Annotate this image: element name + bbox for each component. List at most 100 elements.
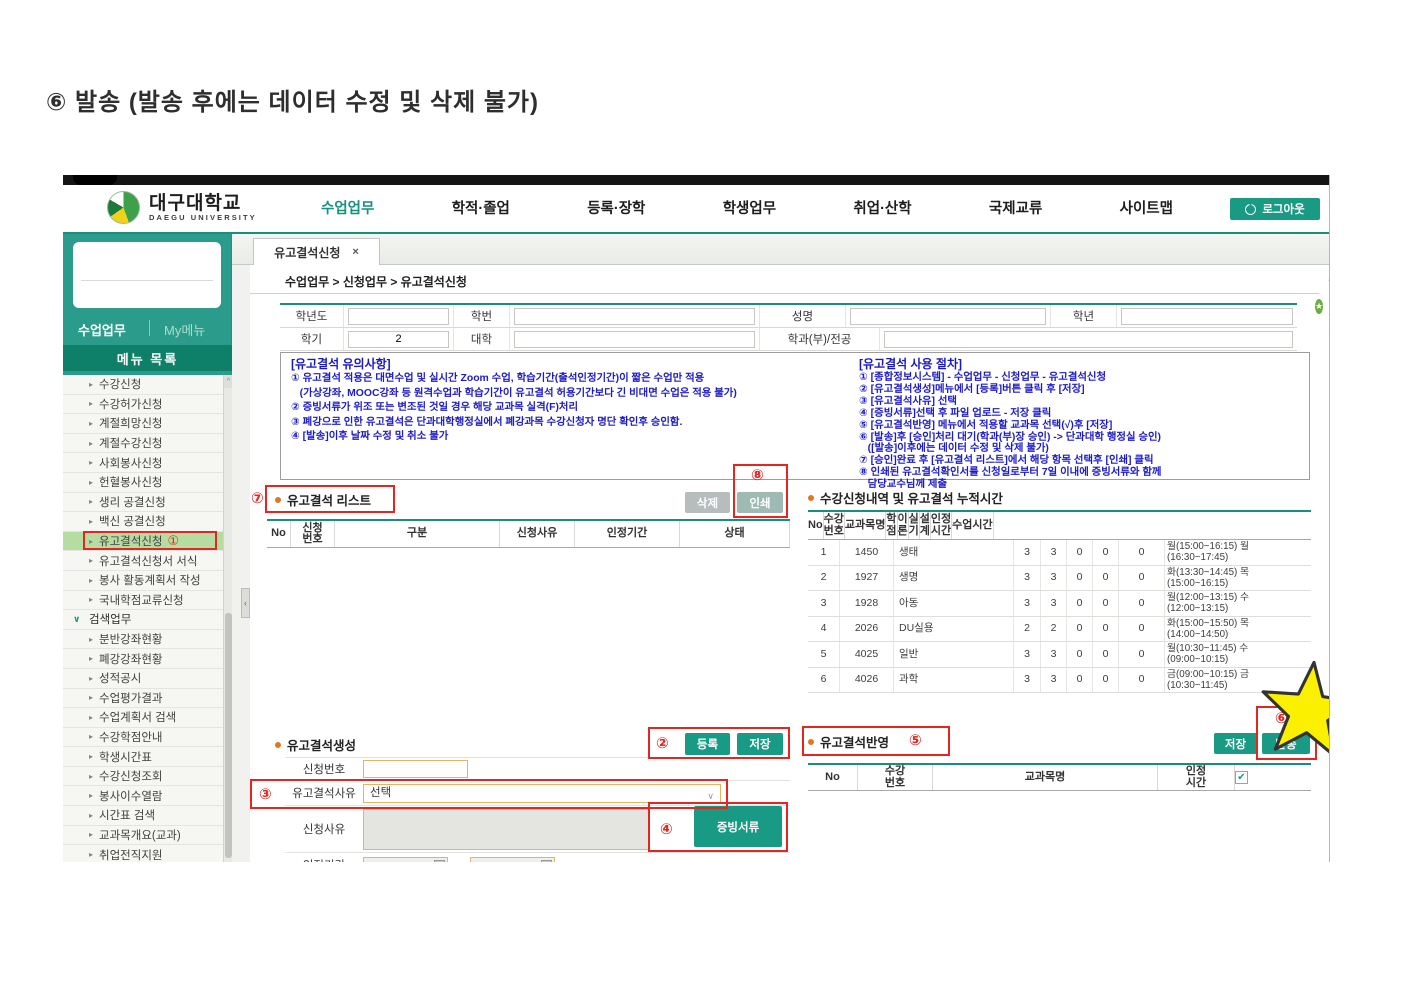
power-icon: [1245, 204, 1256, 215]
select-all-checkbox[interactable]: ✔: [1235, 771, 1248, 784]
sidebar-menu-item[interactable]: ▸ ∨ 국내학점교류신청: [63, 591, 223, 611]
major-input[interactable]: [884, 331, 1293, 348]
sidebar-menu-item[interactable]: ▸ ∨ 성적공시: [63, 669, 223, 689]
semester-value[interactable]: 2: [348, 331, 449, 348]
calendar-icon[interactable]: [541, 860, 552, 863]
sidebar-menu-item[interactable]: ▸ ∨ 수강학점안내: [63, 728, 223, 748]
sidebar-menu-item-label: 유고결석신청: [99, 533, 162, 549]
cell-no: 1: [808, 540, 840, 565]
sidebar-menu-item-label: 교과목개요(교과): [99, 827, 181, 843]
column-header: 신청 번호: [291, 521, 335, 547]
register-button[interactable]: 등록: [685, 733, 730, 755]
absence-reason-select[interactable]: 선택 ∨: [363, 784, 721, 803]
sidebar-menu-item-label: 분반강좌현황: [99, 631, 162, 647]
top-nav-item[interactable]: 등록·장학: [587, 197, 645, 218]
absence-reflect-title: 유고결석반영: [808, 732, 889, 751]
sidebar-menu-item-label: 사회봉사신청: [99, 455, 162, 471]
sidebar-menu-item[interactable]: ▸ ∨ 수강신청조회: [63, 767, 223, 787]
notice-procedure: [유고결석 사용 절차] ① [종합정보시스템] - 수업업무 - 신청업무 -…: [859, 357, 1304, 491]
cell-no: 4: [808, 617, 840, 642]
sidebar-menu-item[interactable]: ▸ ∨ 교과목개요(교과): [63, 826, 223, 846]
cell-practice: 0: [1067, 566, 1093, 591]
breadcrumb-row: 수업업무 > 신청업무 > 유고결석신청 ★ 즐겨찾기: [250, 265, 1319, 294]
cell-theory: 3: [1041, 566, 1067, 591]
arrow-right-icon: ▸: [89, 576, 93, 585]
sidebar-menu-item[interactable]: ▸ ∨ 사회봉사신청: [63, 453, 223, 473]
top-nav-item[interactable]: 수업업무: [321, 197, 374, 218]
save-button-create[interactable]: 저장: [737, 733, 783, 755]
tab-absence-application[interactable]: 유고결석신청 ×: [253, 238, 380, 265]
cell-credit: 3: [1014, 591, 1041, 616]
sidebar-menu-item[interactable]: ▸ ∨ 검색업무: [63, 610, 223, 630]
sidebar-menu-item[interactable]: ▸ ∨ 수강신청: [63, 375, 223, 395]
sidebar-menu-item[interactable]: ▸ ∨ 계절수강신청: [63, 434, 223, 454]
period-end-input[interactable]: [470, 857, 555, 863]
arrow-right-icon: ▸: [89, 595, 93, 604]
sidebar-menu-item-label: 수강허가신청: [99, 396, 162, 412]
college-input[interactable]: [514, 331, 755, 348]
top-nav-item[interactable]: 국제교류: [989, 197, 1042, 218]
sidebar-menu-item[interactable]: ▸ ∨ 폐강강좌현황: [63, 649, 223, 669]
notice-line: ② 증빙서류가 위조 또는 변조된 것일 경우 해당 교과목 실격(F)처리: [291, 401, 846, 416]
logout-button[interactable]: 로그아웃: [1230, 198, 1320, 220]
university-logo[interactable]: 대구대학교 DAEGU UNIVERSITY: [107, 191, 257, 224]
page: ⑥ 발송 (발송 후에는 데이터 수정 및 삭제 불가) 대구대학교 DAEGU…: [0, 0, 1403, 992]
period-start-input[interactable]: [363, 857, 448, 863]
arrow-right-icon: ▸: [89, 556, 93, 565]
top-nav-item[interactable]: 학적·졸업: [452, 197, 510, 218]
favorite-link[interactable]: ★ 즐겨찾기: [1315, 272, 1330, 340]
sidebar-tab-my-menu[interactable]: My메뉴: [164, 320, 205, 339]
star-icon: ★: [1315, 299, 1323, 314]
sidebar-menu-item[interactable]: ▸ ∨ 생리 공결신청: [63, 493, 223, 513]
cell-recognized-hours: 0: [1119, 668, 1165, 693]
arrow-right-icon: ▸: [89, 654, 93, 663]
absence-list-table: No 신청 번호 구분 신청사유 인정기간 상태: [267, 519, 790, 548]
year-input[interactable]: [348, 308, 449, 325]
notice-precautions: [유고결석 유의사항] ① 유고결석 적용은 대면수업 및 실시간 Zoom 수…: [291, 357, 846, 445]
arrow-right-icon: ▸: [89, 537, 93, 546]
sidebar-menu-item[interactable]: ▸ ∨ 봉사이수열람: [63, 786, 223, 806]
sidebar-tab-divider: [149, 320, 150, 336]
sidebar-menu-item[interactable]: ▸ ∨ 유고결석신청 ①: [63, 532, 223, 552]
cell-theory: 3: [1041, 540, 1067, 565]
sidebar-menu-item[interactable]: ▸ ∨ 수업평가결과: [63, 689, 223, 709]
top-nav-item[interactable]: 학생업무: [723, 197, 776, 218]
sidebar-menu-item[interactable]: ▸ ∨ 학생시간표: [63, 747, 223, 767]
apply-reason-textarea[interactable]: [363, 809, 650, 850]
notice-line: ⑤ [유고결석반영] 메뉴에서 적용할 교과목 선택(√)후 [저장]: [859, 420, 1304, 432]
apply-no-input[interactable]: [363, 760, 468, 778]
top-nav-item[interactable]: 사이트맵: [1120, 197, 1173, 218]
arrow-right-icon: ▸: [89, 732, 93, 741]
sidebar-tab-course-work[interactable]: 수업업무: [78, 320, 126, 339]
sidebar-menu-item[interactable]: ▸ ∨ 계절희망신청: [63, 414, 223, 434]
page-tab-strip: 유고결석신청 × ▦ 사이트맵: [232, 234, 1330, 265]
browser-chrome-bar: [63, 175, 1330, 185]
sidebar-menu-item[interactable]: ▸ ∨ 유고결석신청서 서식: [63, 551, 223, 571]
tab-close-icon[interactable]: ×: [352, 246, 358, 258]
cell-recognized-hours: 0: [1119, 617, 1165, 642]
sidebar-menu-item[interactable]: ▸ ∨ 수업계획서 검색: [63, 708, 223, 728]
column-header: 수업시간: [952, 512, 993, 539]
grade-input[interactable]: [1121, 308, 1293, 325]
scrollbar-thumb[interactable]: [225, 613, 232, 858]
sidebar-menu-item[interactable]: ▸ ∨ 백신 공결신청: [63, 512, 223, 532]
sidebar-collapse-handle[interactable]: ‹: [241, 588, 250, 618]
chevron-down-icon: ∨: [707, 788, 714, 805]
sidebar-scrollbar[interactable]: ^: [223, 375, 232, 862]
cell-theory: 3: [1041, 668, 1067, 693]
student-no-input[interactable]: [514, 308, 755, 325]
delete-button[interactable]: 삭제: [685, 492, 730, 513]
calendar-icon[interactable]: [434, 860, 445, 863]
sidebar-menu-item[interactable]: ▸ ∨ 봉사 활동계획서 작성: [63, 571, 223, 591]
attach-document-button[interactable]: 증빙서류: [694, 806, 782, 847]
sidebar-menu-item[interactable]: ▸ ∨ 취업전직지원: [63, 845, 223, 862]
sidebar-menu-item[interactable]: ▸ ∨ 시간표 검색: [63, 806, 223, 826]
print-button[interactable]: 인쇄: [737, 492, 783, 513]
sidebar-menu-item[interactable]: ▸ ∨ 수강허가신청: [63, 395, 223, 415]
sidebar-menu-item[interactable]: ▸ ∨ 분반강좌현황: [63, 630, 223, 650]
sidebar-menu-item[interactable]: ▸ ∨ 헌혈봉사신청: [63, 473, 223, 493]
name-input[interactable]: [850, 308, 1046, 325]
student-no-label: 학번: [454, 305, 510, 327]
top-nav-item[interactable]: 취업·산학: [853, 197, 911, 218]
column-header: 인정 시간: [931, 512, 952, 539]
